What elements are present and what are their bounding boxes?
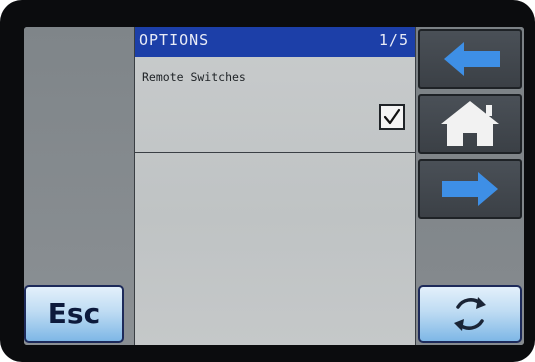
forward-button[interactable] xyxy=(418,159,522,219)
page-title: OPTIONS xyxy=(139,31,210,49)
refresh-button[interactable] xyxy=(418,285,522,343)
right-arrow-icon xyxy=(442,172,498,206)
touch-screen: OPTIONS 1/5 Remote Switches Esc xyxy=(24,27,524,345)
option-label: Remote Switches xyxy=(142,70,246,84)
remote-switches-checkbox[interactable] xyxy=(379,104,405,130)
left-arrow-icon xyxy=(444,42,500,76)
checkmark-icon xyxy=(383,108,401,125)
esc-label: Esc xyxy=(47,297,101,330)
option-row-remote-switches[interactable]: Remote Switches xyxy=(135,57,415,153)
esc-button[interactable]: Esc xyxy=(24,285,124,343)
back-button[interactable] xyxy=(418,29,522,89)
page-indicator: 1/5 xyxy=(378,31,409,49)
device-bezel: OPTIONS 1/5 Remote Switches Esc xyxy=(0,0,535,362)
refresh-icon xyxy=(454,297,486,331)
home-button[interactable] xyxy=(418,94,522,154)
title-bar: OPTIONS 1/5 xyxy=(135,27,415,57)
options-panel: OPTIONS 1/5 Remote Switches xyxy=(134,27,416,345)
home-icon xyxy=(441,101,499,146)
